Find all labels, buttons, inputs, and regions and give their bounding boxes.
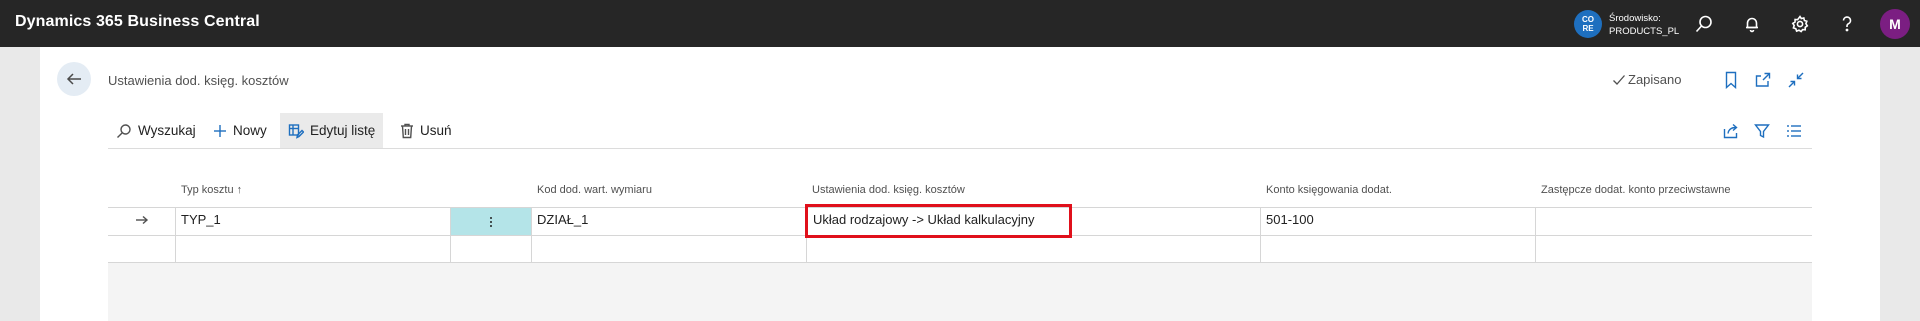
new-button[interactable]: Nowy bbox=[205, 113, 275, 148]
table-row-new[interactable] bbox=[108, 235, 1812, 263]
collapse-icon[interactable] bbox=[1786, 70, 1806, 90]
column-header-dim-value[interactable]: Kod dod. wart. wymiaru bbox=[537, 184, 652, 196]
open-in-new-window-icon[interactable] bbox=[1753, 70, 1773, 90]
environment-info[interactable]: Środowisko: PRODUCTS_PL bbox=[1609, 12, 1679, 38]
bookmark-icon[interactable] bbox=[1721, 70, 1741, 90]
search-icon bbox=[117, 123, 131, 138]
share-icon[interactable] bbox=[1721, 121, 1741, 141]
filter-icon[interactable] bbox=[1752, 121, 1772, 141]
saved-status: Zapisano bbox=[1612, 72, 1681, 87]
trash-icon bbox=[401, 123, 413, 138]
column-header-alt-account[interactable]: Zastępcze dodat. konto przeciwstawne bbox=[1541, 184, 1731, 196]
environment-name: PRODUCTS_PL bbox=[1609, 26, 1680, 37]
bell-icon[interactable] bbox=[1740, 12, 1764, 36]
cell-dim-value[interactable]: DZIAŁ_1 bbox=[537, 212, 588, 227]
search-button[interactable]: Wyszukaj bbox=[108, 113, 204, 148]
help-icon[interactable] bbox=[1835, 12, 1859, 36]
environment-label: Środowisko: bbox=[1609, 13, 1661, 24]
search-icon[interactable] bbox=[1692, 12, 1716, 36]
edit-list-icon bbox=[288, 123, 304, 139]
cell-cost-type[interactable]: TYP_1 bbox=[181, 212, 221, 227]
column-header-posting-account[interactable]: Konto księgowania dodat. bbox=[1266, 184, 1392, 196]
gear-icon[interactable] bbox=[1788, 12, 1812, 36]
column-header-cost-type[interactable]: Typ kosztu ↑ bbox=[181, 184, 242, 196]
action-bar: Wyszukaj Nowy Edytuj listę Usuń bbox=[108, 113, 1812, 149]
grid-empty-area bbox=[108, 263, 1812, 321]
list-view-icon[interactable] bbox=[1784, 121, 1804, 141]
cell-posting-account[interactable]: 501-100 bbox=[1266, 212, 1314, 227]
environment-badge[interactable]: CO RE bbox=[1574, 10, 1602, 38]
delete-button[interactable]: Usuń bbox=[392, 113, 460, 148]
plus-icon bbox=[214, 124, 226, 137]
app-title[interactable]: Dynamics 365 Business Central bbox=[15, 13, 260, 31]
row-actions-menu-button[interactable] bbox=[451, 208, 531, 235]
app-bar: Dynamics 365 Business Central CO RE Środ… bbox=[0, 0, 1920, 47]
back-button[interactable] bbox=[57, 62, 91, 96]
avatar[interactable]: M bbox=[1880, 9, 1910, 39]
page-title: Ustawienia dod. księg. kosztów bbox=[108, 73, 289, 88]
row-indicator-arrow-icon bbox=[134, 212, 150, 228]
sort-ascending-icon: ↑ bbox=[236, 184, 243, 196]
column-header-setup[interactable]: Ustawienia dod. księg. kosztów bbox=[812, 184, 965, 196]
checkmark-icon bbox=[1613, 74, 1625, 85]
edit-list-button[interactable]: Edytuj listę bbox=[280, 113, 384, 148]
highlight-box bbox=[805, 204, 1072, 238]
more-options-icon bbox=[490, 216, 492, 227]
arrow-left-icon bbox=[66, 73, 81, 85]
